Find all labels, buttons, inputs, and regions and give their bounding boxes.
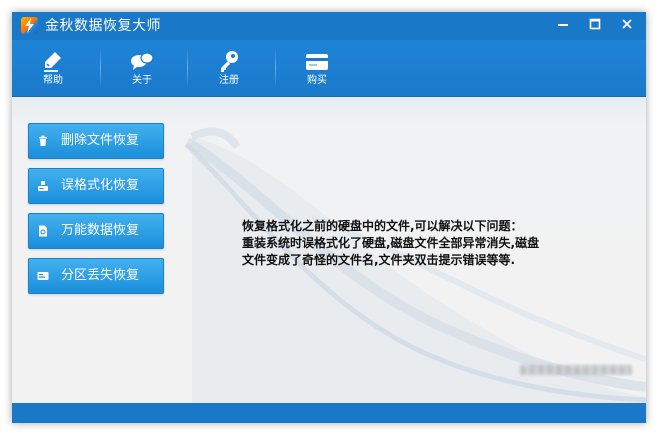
description-line: 重装系统时误格式化了硬盘,磁盘文件全部异常消失,磁盘: [242, 236, 540, 250]
close-icon: [622, 19, 632, 29]
partition-recovery-label: 分区丢失恢复: [61, 268, 140, 283]
toolbar-register-label: 注册: [219, 75, 239, 86]
toolbar-about-label: 关于: [132, 75, 152, 86]
title-bar[interactable]: 金秋数据恢复大师: [12, 12, 646, 40]
minimize-icon: [558, 24, 568, 26]
description-line: 文件变成了奇怪的文件名,文件夹双击提示错误等等.: [242, 253, 516, 267]
partition-recovery-button[interactable]: 分区丢失恢复: [28, 258, 164, 294]
chat-bubbles-icon: [131, 52, 154, 70]
description-text: 恢复格式化之前的硬盘中的文件,可以解决以下问题： 重装系统时误格式化了硬盘,磁盘…: [242, 218, 602, 269]
delete-recovery-label: 删除文件恢复: [61, 133, 140, 148]
status-bar: [12, 403, 646, 423]
document-icon: [39, 225, 47, 237]
toolbar-divider: [275, 48, 276, 88]
toolbar-register-button[interactable]: 注册: [189, 40, 269, 96]
key-icon: [221, 51, 238, 72]
toolbar-about-button[interactable]: 关于: [102, 40, 182, 96]
format-recovery-label: 误格式化恢复: [61, 178, 140, 193]
card-icon: [306, 54, 328, 70]
window-title: 金秋数据恢复大师: [45, 18, 161, 34]
universal-recovery-button[interactable]: 万能数据恢复: [28, 213, 164, 249]
trash-icon: [39, 135, 47, 146]
format-recovery-button[interactable]: 误格式化恢复: [28, 168, 164, 204]
blurred-watermark: [520, 365, 632, 375]
app-window: 金秋数据恢复大师 帮助 关于 注册 购买 删除文件恢复 误格式化恢复 万能数据恢…: [12, 12, 646, 423]
toolbar-divider: [100, 48, 101, 88]
description-line: 恢复格式化之前的硬盘中的文件,可以解决以下问题：: [242, 219, 523, 233]
partition-icon: [37, 272, 49, 280]
toolbar: 帮助 关于 注册 购买: [12, 40, 646, 97]
close-button[interactable]: [610, 12, 644, 36]
toolbar-buy-label: 购买: [307, 75, 327, 86]
toolbar-buy-button[interactable]: 购买: [277, 40, 357, 96]
format-icon: [38, 181, 48, 191]
maximize-icon: [589, 18, 601, 30]
delete-recovery-button[interactable]: 删除文件恢复: [28, 123, 164, 159]
minimize-button[interactable]: [546, 12, 580, 36]
toolbar-divider: [187, 48, 188, 88]
app-logo-icon: [21, 17, 38, 34]
toolbar-help-label: 帮助: [43, 75, 63, 86]
maximize-button[interactable]: [578, 12, 612, 36]
universal-recovery-label: 万能数据恢复: [61, 223, 140, 238]
toolbar-help-button[interactable]: 帮助: [13, 40, 93, 96]
main-content: 删除文件恢复 误格式化恢复 万能数据恢复 分区丢失恢复 恢复格式化之前的硬盘中的…: [12, 97, 646, 403]
pen-icon: [44, 52, 61, 72]
